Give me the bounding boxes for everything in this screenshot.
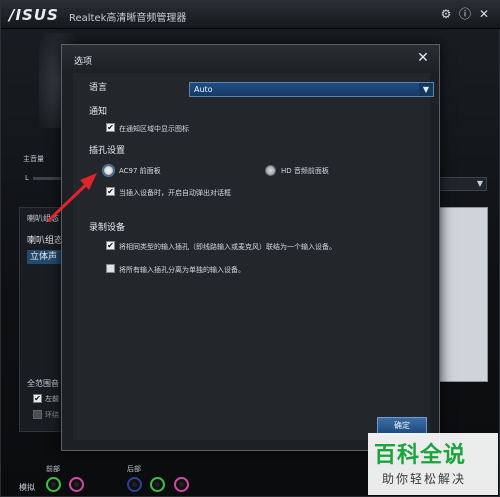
watermark: 百科全说 助你轻松解决 <box>368 433 498 495</box>
watermark-title: 百科全说 <box>374 443 467 468</box>
annotation-arrow <box>46 173 97 223</box>
watermark-subtitle: 助你轻松解决 <box>382 472 467 486</box>
arrow-shaft <box>46 178 93 223</box>
